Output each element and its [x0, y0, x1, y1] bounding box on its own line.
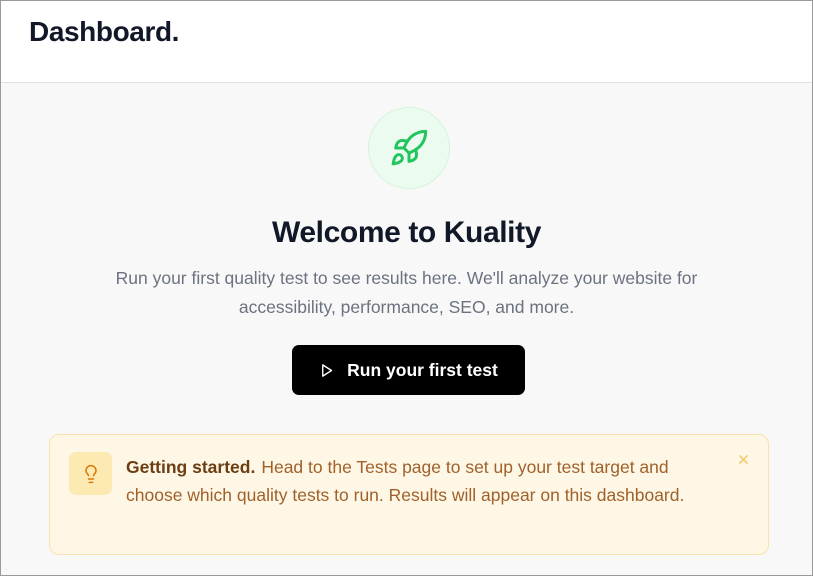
app-window: Dashboard. Welcome to Kuality Run your f…: [0, 0, 813, 576]
getting-started-callout: Getting started. Head to the Tests page t…: [49, 434, 769, 555]
welcome-description-line-1: Run your first quality test to see resul…: [115, 268, 698, 288]
welcome-description: Run your first quality test to see resul…: [1, 264, 812, 322]
close-icon[interactable]: [734, 450, 752, 468]
rocket-icon: [368, 107, 450, 189]
run-first-test-label: Run your first test: [347, 359, 498, 380]
main-content: Welcome to Kuality Run your first qualit…: [1, 83, 812, 575]
callout-title: Getting started.: [126, 457, 256, 477]
page-title: Dashboard.: [29, 16, 180, 47]
run-first-test-button[interactable]: Run your first test: [292, 345, 525, 395]
callout-text: Getting started. Head to the Tests page t…: [126, 454, 726, 509]
lightbulb-icon: [69, 452, 112, 495]
top-bar: Dashboard.: [1, 1, 812, 83]
welcome-description-line-2: accessibility, performance, SEO, and mor…: [238, 297, 575, 317]
welcome-title: Welcome to Kuality: [272, 216, 541, 249]
play-icon: [319, 363, 334, 378]
